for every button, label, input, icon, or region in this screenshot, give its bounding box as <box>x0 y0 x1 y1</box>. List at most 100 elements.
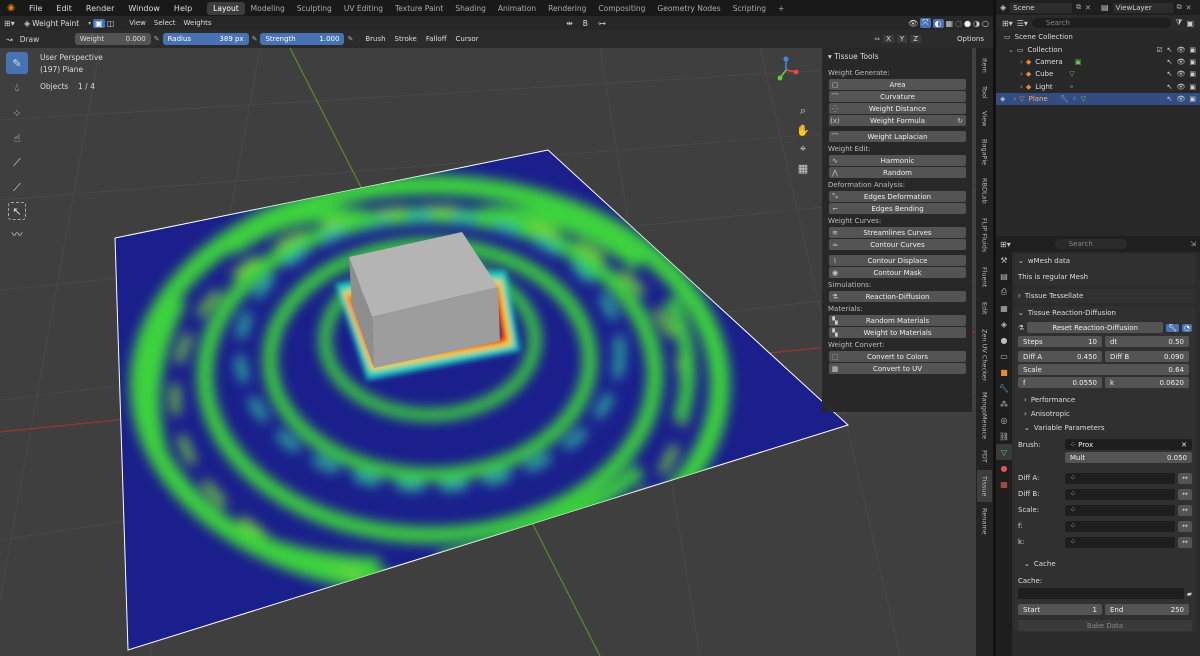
wmesh-header[interactable]: ⌄ wMesh data <box>1014 254 1196 268</box>
eye-icon[interactable]: 👁︎ <box>1176 58 1185 66</box>
weight-plane[interactable] <box>114 149 849 651</box>
pin-icon[interactable]: ⇲ <box>1190 240 1196 248</box>
swap-icon[interactable]: ↔ <box>1178 488 1192 500</box>
outliner-editor-icon[interactable]: ⊞▾ <box>1002 19 1013 28</box>
collection-tab-icon[interactable]: ▭ <box>996 348 1012 364</box>
diff-a-field[interactable]: Diff A 0.450 <box>1018 351 1102 362</box>
output-tab-icon[interactable]: ⎙ <box>996 284 1012 300</box>
ntab-tool[interactable]: Tool <box>977 80 992 104</box>
var-diff-a-field[interactable]: ⁘ <box>1065 472 1175 484</box>
outliner-row-collection[interactable]: ⌄ ▭ Collection ☑ ↖ 👁︎ ▣ <box>996 43 1200 55</box>
modifier-tab-icon[interactable]: 🔧︎ <box>996 380 1012 396</box>
f-field[interactable]: f 0.0550 <box>1018 377 1102 388</box>
object-tab-icon[interactable]: ■ <box>996 364 1012 380</box>
cache-path-input[interactable] <box>1018 588 1184 599</box>
tab-modeling[interactable]: Modeling <box>245 2 291 15</box>
brush-icon[interactable]: ✎ <box>6 52 28 74</box>
ntab-rename[interactable]: Rename <box>977 504 992 538</box>
properties-search-input[interactable]: Search <box>1054 239 1127 249</box>
radius-field[interactable]: Radius 389 px <box>162 33 249 45</box>
arrow-icon[interactable]: ↖ <box>1167 83 1173 91</box>
chevron-right-icon[interactable]: › <box>1013 95 1016 103</box>
ntab-view[interactable]: View <box>977 106 992 132</box>
bake-data-button[interactable]: Bake Data <box>1018 620 1192 631</box>
swap-icon[interactable]: ↔ <box>1178 520 1192 532</box>
swap-icon[interactable]: ↔ <box>1178 472 1192 484</box>
zoom-icon[interactable]: ⌕ <box>794 102 812 120</box>
clock-icon[interactable]: ◔ <box>1181 323 1192 332</box>
chevron-right-icon[interactable]: › <box>1020 70 1023 78</box>
mask-icon[interactable]: ▣ <box>93 18 105 28</box>
tessellate-header[interactable]: › Tissue Tessellate <box>1014 289 1196 303</box>
ntab-rbdlab[interactable]: RBDLab <box>977 172 992 210</box>
arrow-icon[interactable]: ↖ <box>1167 58 1173 66</box>
shading-wire-icon[interactable]: ◌ <box>955 19 962 28</box>
render-icon[interactable]: ▣ <box>1189 95 1196 103</box>
arrow-icon[interactable]: ↖ <box>1167 95 1173 103</box>
wrench-icon[interactable]: 🔧︎ <box>1166 323 1179 332</box>
menu-edit[interactable]: Edit <box>49 4 79 13</box>
render-icon[interactable]: ▣ <box>1189 46 1196 54</box>
brush-dropdown[interactable]: Brush <box>362 35 388 43</box>
area-button[interactable]: ▢ Area <box>829 79 966 90</box>
render-icon[interactable]: ▣ <box>1189 83 1196 91</box>
scene-icon[interactable]: ◈ <box>1000 3 1006 12</box>
checkbox-icon[interactable]: ☑ <box>1156 46 1162 54</box>
eye-icon[interactable]: 👁︎ <box>1176 70 1185 78</box>
outliner-row-cube[interactable]: › ◆ Cube ▽ ↖ 👁︎ ▣ <box>996 68 1200 80</box>
menu-window[interactable]: Window <box>121 4 167 13</box>
expand-chevron-icon[interactable]: ⌄ <box>1008 46 1014 54</box>
menu-view[interactable]: View <box>126 19 149 27</box>
weight-to-materials-button[interactable]: ▚ Weight to Materials <box>829 327 966 338</box>
tab-uv-editing[interactable]: UV Editing <box>338 2 389 15</box>
view-layer-copy-icon[interactable]: ⧉ <box>1177 3 1182 12</box>
tab-texture-paint[interactable]: Texture Paint <box>389 2 449 15</box>
pivot-icon[interactable]: ⇹ <box>566 19 573 28</box>
diff-b-field[interactable]: Diff B 0.090 <box>1105 351 1189 362</box>
eye-icon[interactable]: 👁︎ <box>1176 95 1185 103</box>
dt-field[interactable]: dt 0.50 <box>1105 336 1189 347</box>
brush-vgroup-field[interactable]: ⁘ Prox ✕ <box>1065 439 1192 450</box>
brush-settings-icon[interactable]: ✎ <box>154 35 160 43</box>
refresh-icon[interactable]: ↻ <box>957 117 963 125</box>
swap-icon[interactable]: ↔ <box>1178 536 1192 548</box>
tab-geometry-nodes[interactable]: Geometry Nodes <box>651 2 726 15</box>
menu-weights[interactable]: Weights <box>181 19 215 27</box>
scene-copy-icon[interactable]: ⧉ <box>1076 3 1081 12</box>
xray-icon[interactable]: ▦ <box>946 19 954 28</box>
arrow-icon[interactable]: ↖ <box>1167 70 1173 78</box>
blender-icon[interactable]: ◉ <box>0 3 22 13</box>
shading-rendered-icon[interactable]: ○ <box>982 19 989 28</box>
menu-select[interactable]: Select <box>151 19 179 27</box>
constraints-tab-icon[interactable]: ⛓ <box>996 428 1012 444</box>
mirror-x-toggle[interactable]: X <box>883 35 894 43</box>
streamlines-curves-button[interactable]: ≋ Streamlines Curves <box>829 227 966 238</box>
gizmo-icon[interactable]: ⤧ <box>920 18 931 28</box>
render-tab-icon[interactable]: ▤ <box>996 268 1012 284</box>
blur-icon[interactable]: 💧︎ <box>6 77 28 99</box>
smear-icon[interactable]: ☝︎ <box>6 127 28 149</box>
chevron-right-icon[interactable]: › <box>1020 58 1023 66</box>
ntab-zen-uv-checker[interactable]: Zen UV Checker <box>977 322 992 388</box>
contour-mask-button[interactable]: ◉ Contour Mask <box>829 267 966 278</box>
shading-material-icon[interactable]: ◑ <box>973 19 980 28</box>
view-layer-icon[interactable]: ▤ <box>1101 3 1109 12</box>
rd-header[interactable]: ⌄ Tissue Reaction-Diffusion <box>1014 306 1196 320</box>
ntab-edit[interactable]: Edit <box>977 296 992 320</box>
strength-field[interactable]: Strength 1.000 <box>260 33 345 45</box>
start-field[interactable]: Start 1 <box>1018 604 1102 615</box>
strength-pressure-icon[interactable]: ✎ <box>347 35 353 43</box>
material-tab-icon[interactable]: ● <box>996 460 1012 476</box>
curvature-button[interactable]: ⌒ Curvature <box>829 91 966 102</box>
outliner-row-scene-collection[interactable]: ▭ Scene Collection <box>996 31 1200 43</box>
mirror-y-toggle[interactable]: Y <box>896 35 908 43</box>
gradient-icon[interactable]: ⟋ <box>6 177 28 199</box>
view-layer-tab-icon[interactable]: ▦ <box>996 300 1012 316</box>
annotate-icon[interactable]: 〰 <box>6 223 28 245</box>
contour-displace-button[interactable]: ⌇ Contour Displace <box>829 255 966 266</box>
var-k-field[interactable]: ⁘ <box>1065 536 1175 548</box>
pan-hand-icon[interactable]: ✋ <box>794 121 812 139</box>
tool-tab-icon[interactable]: ⚒ <box>996 252 1012 268</box>
select-box-icon[interactable]: ↖ <box>8 202 26 220</box>
folder-icon[interactable]: ▰ <box>1187 590 1192 598</box>
